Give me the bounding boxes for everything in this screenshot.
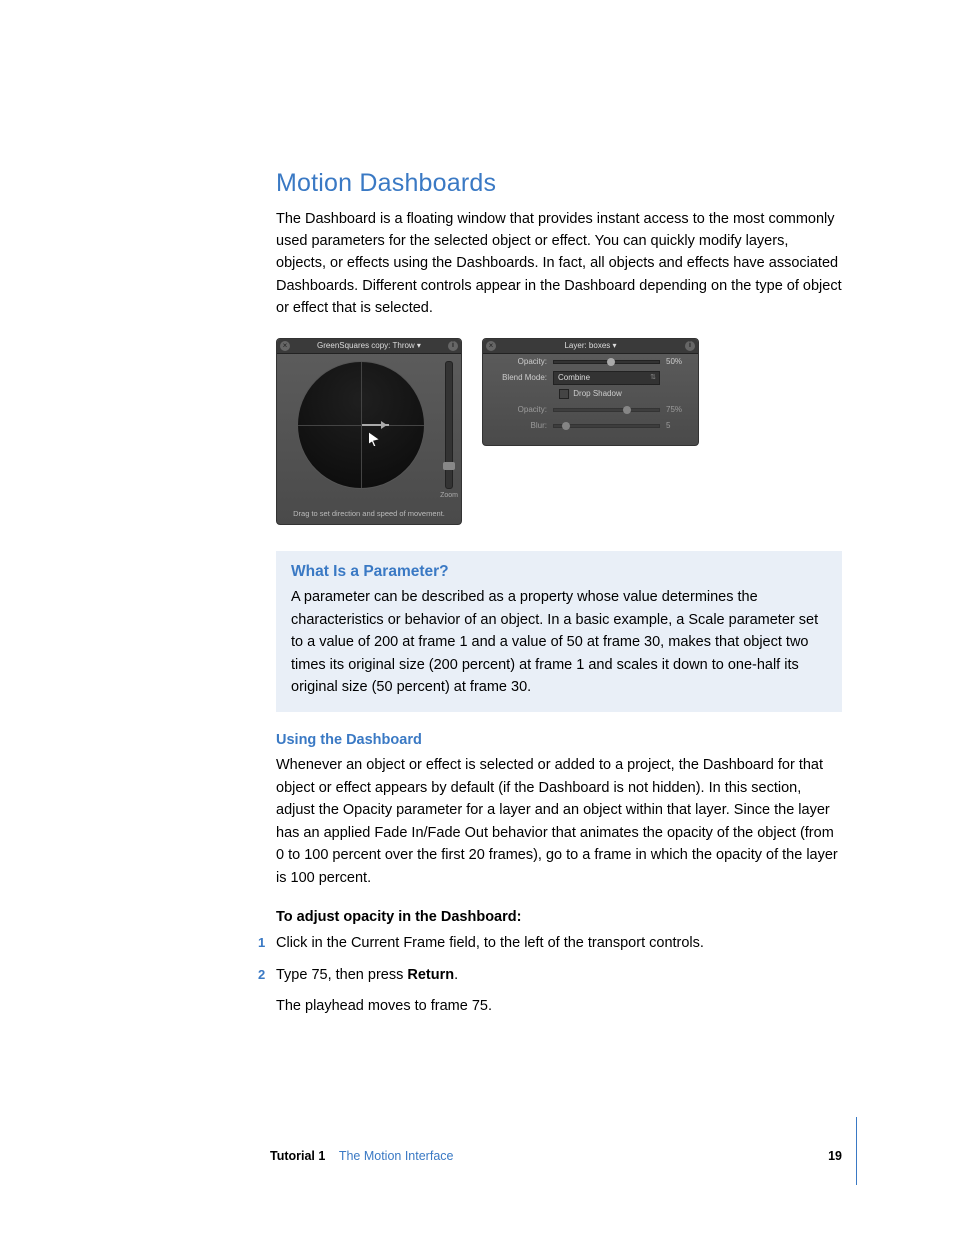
shadow-opacity-slider[interactable] bbox=[553, 408, 660, 412]
hint-text: Drag to set direction and speed of movem… bbox=[277, 509, 461, 518]
step-text: Type 75, then press Return. bbox=[276, 967, 458, 983]
shadow-opacity-label: Opacity: bbox=[491, 404, 547, 416]
info-icon[interactable]: i bbox=[685, 341, 695, 351]
blendmode-label: Blend Mode: bbox=[491, 372, 547, 384]
page-number: 19 bbox=[828, 1147, 842, 1166]
dashboard-title: Layer: boxes ▾ bbox=[564, 340, 616, 352]
slider-knob[interactable] bbox=[562, 422, 570, 430]
close-icon[interactable]: × bbox=[486, 341, 496, 351]
dropshadow-checkbox[interactable] bbox=[559, 389, 569, 399]
blendmode-select[interactable]: Combine ⇅ bbox=[553, 371, 660, 385]
callout-heading: What Is a Parameter? bbox=[291, 560, 827, 583]
zoom-label: Zoom bbox=[440, 491, 458, 502]
footer-divider bbox=[856, 1117, 857, 1185]
opacity-slider[interactable] bbox=[553, 360, 660, 364]
blur-value: 5 bbox=[666, 420, 690, 432]
dropshadow-label: Drop Shadow bbox=[573, 388, 621, 400]
chapter-label: The Motion Interface bbox=[339, 1149, 454, 1163]
dashboard-throw: × GreenSquares copy: Throw ▾ i Zoom Drag… bbox=[276, 338, 462, 525]
blur-slider[interactable] bbox=[553, 424, 660, 428]
chevron-updown-icon: ⇅ bbox=[650, 372, 656, 384]
procedure-steps: 1 Click in the Current Frame field, to t… bbox=[276, 933, 842, 987]
blendmode-value: Combine bbox=[558, 373, 590, 382]
dashboard-titlebar[interactable]: × Layer: boxes ▾ i bbox=[483, 339, 698, 354]
zoom-slider[interactable] bbox=[445, 361, 453, 489]
shadow-opacity-value: 75% bbox=[666, 404, 690, 416]
subsection-body: Whenever an object or effect is selected… bbox=[276, 754, 842, 889]
tutorial-label: Tutorial 1 bbox=[270, 1149, 325, 1163]
dashboard-title: GreenSquares copy: Throw ▾ bbox=[317, 340, 421, 352]
callout-body: A parameter can be described as a proper… bbox=[291, 586, 827, 698]
return-key: Return bbox=[407, 967, 454, 983]
section-title: Motion Dashboards bbox=[276, 165, 842, 203]
subsection-heading: Using the Dashboard bbox=[276, 730, 842, 752]
blur-label: Blur: bbox=[491, 420, 547, 432]
cursor-icon bbox=[369, 432, 379, 446]
dashboard-layer: × Layer: boxes ▾ i Opacity: 50% Blend Mo… bbox=[482, 338, 699, 446]
callout-box: What Is a Parameter? A parameter can be … bbox=[276, 551, 842, 713]
info-icon[interactable]: i bbox=[448, 341, 458, 351]
intro-paragraph: The Dashboard is a floating window that … bbox=[276, 208, 842, 320]
step-text: Click in the Current Frame field, to the… bbox=[276, 935, 704, 951]
figure-row: × GreenSquares copy: Throw ▾ i Zoom Drag… bbox=[276, 338, 842, 525]
slider-knob[interactable] bbox=[623, 406, 631, 414]
close-icon[interactable]: × bbox=[280, 341, 290, 351]
throw-arrow-icon bbox=[361, 424, 389, 426]
opacity-label: Opacity: bbox=[491, 356, 547, 368]
step-result: The playhead moves to frame 75. bbox=[276, 996, 842, 1018]
step-item: 2 Type 75, then press Return. bbox=[276, 965, 842, 987]
dashboard-titlebar[interactable]: × GreenSquares copy: Throw ▾ i bbox=[277, 339, 461, 354]
opacity-value: 50% bbox=[666, 356, 690, 368]
throw-direction-control[interactable] bbox=[297, 361, 425, 489]
zoom-slider-knob[interactable] bbox=[443, 462, 455, 470]
procedure-heading: To adjust opacity in the Dashboard: bbox=[276, 907, 842, 929]
step-item: 1 Click in the Current Frame field, to t… bbox=[276, 933, 842, 955]
slider-knob[interactable] bbox=[607, 358, 615, 366]
